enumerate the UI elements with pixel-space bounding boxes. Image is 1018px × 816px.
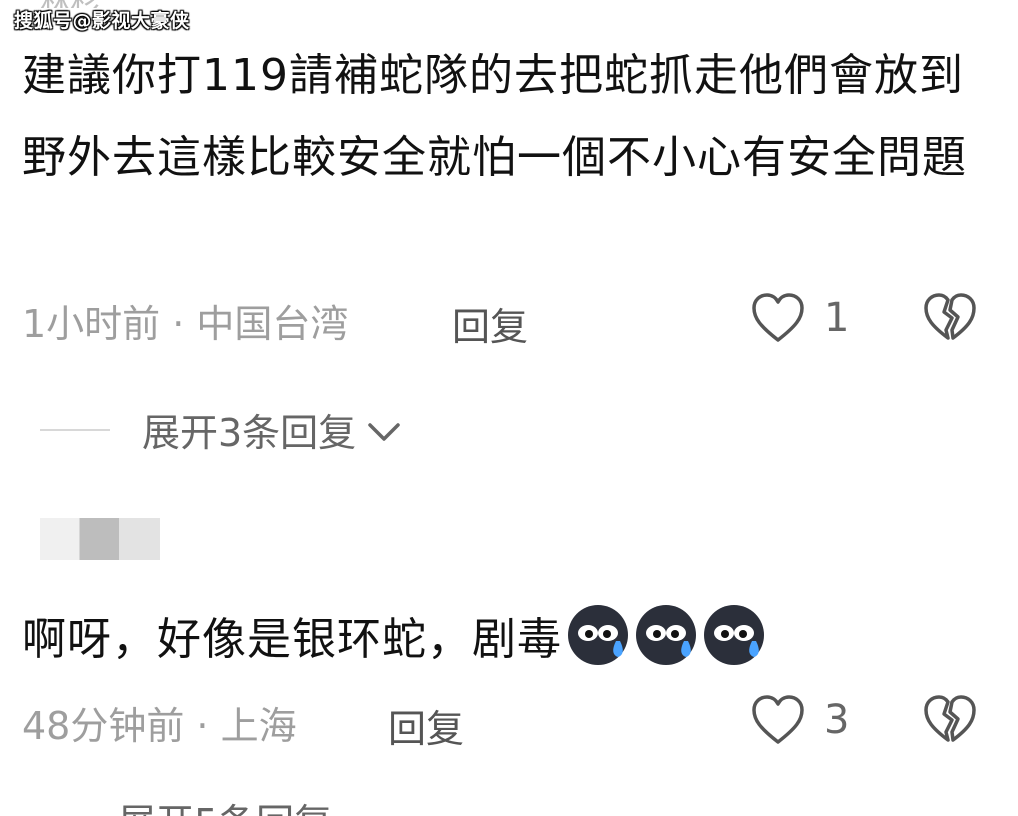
- sweat-emoji-icon: [704, 605, 764, 665]
- like-count: 3: [824, 697, 850, 743]
- dislike-button[interactable]: [922, 694, 978, 750]
- sweat-emoji-icon: [568, 605, 628, 665]
- chevron-down-icon: [368, 422, 400, 441]
- like-count: 1: [824, 295, 850, 341]
- comment-time-location: 48分钟前 · 上海: [22, 703, 297, 748]
- watermark: 搜狐号@影视大豪侠: [14, 10, 190, 32]
- broken-heart-icon: [924, 695, 976, 742]
- comment-text: 啊呀，好像是银环蛇，剧毒: [22, 614, 562, 665]
- reply-button[interactable]: 回复: [388, 698, 464, 753]
- comment-feed: 搜狐号@影视大豪侠 林杉 建議你打119請補蛇隊的去把蛇抓走他們會放到野外去這樣…: [0, 0, 1018, 816]
- comment-meta: 48分钟前 · 上海: [22, 696, 1018, 748]
- divider-line: [40, 428, 110, 431]
- comment-time-location: 1小时前 · 中国台湾: [22, 301, 349, 346]
- expand-replies-label: 展开3条回复: [142, 411, 357, 455]
- dislike-button[interactable]: [922, 292, 978, 348]
- heart-outline-icon: [752, 293, 804, 342]
- broken-heart-icon: [924, 293, 976, 340]
- like-button[interactable]: 3: [750, 694, 849, 746]
- sweat-emoji-icon: [636, 605, 696, 665]
- comment-text: 建議你打119請補蛇隊的去把蛇抓走他們會放到野外去這樣比較安全就怕一個不小心有安…: [22, 50, 967, 183]
- expand-replies[interactable]: 展开5条回复: [118, 792, 332, 816]
- reply-button[interactable]: 回复: [452, 296, 528, 351]
- comment-text-row: 啊呀，好像是银环蛇，剧毒: [22, 600, 766, 670]
- like-button[interactable]: 1: [750, 292, 849, 344]
- blurred-username: [40, 518, 160, 560]
- heart-outline-icon: [752, 695, 804, 744]
- expand-replies[interactable]: 展开3条回复: [40, 402, 404, 457]
